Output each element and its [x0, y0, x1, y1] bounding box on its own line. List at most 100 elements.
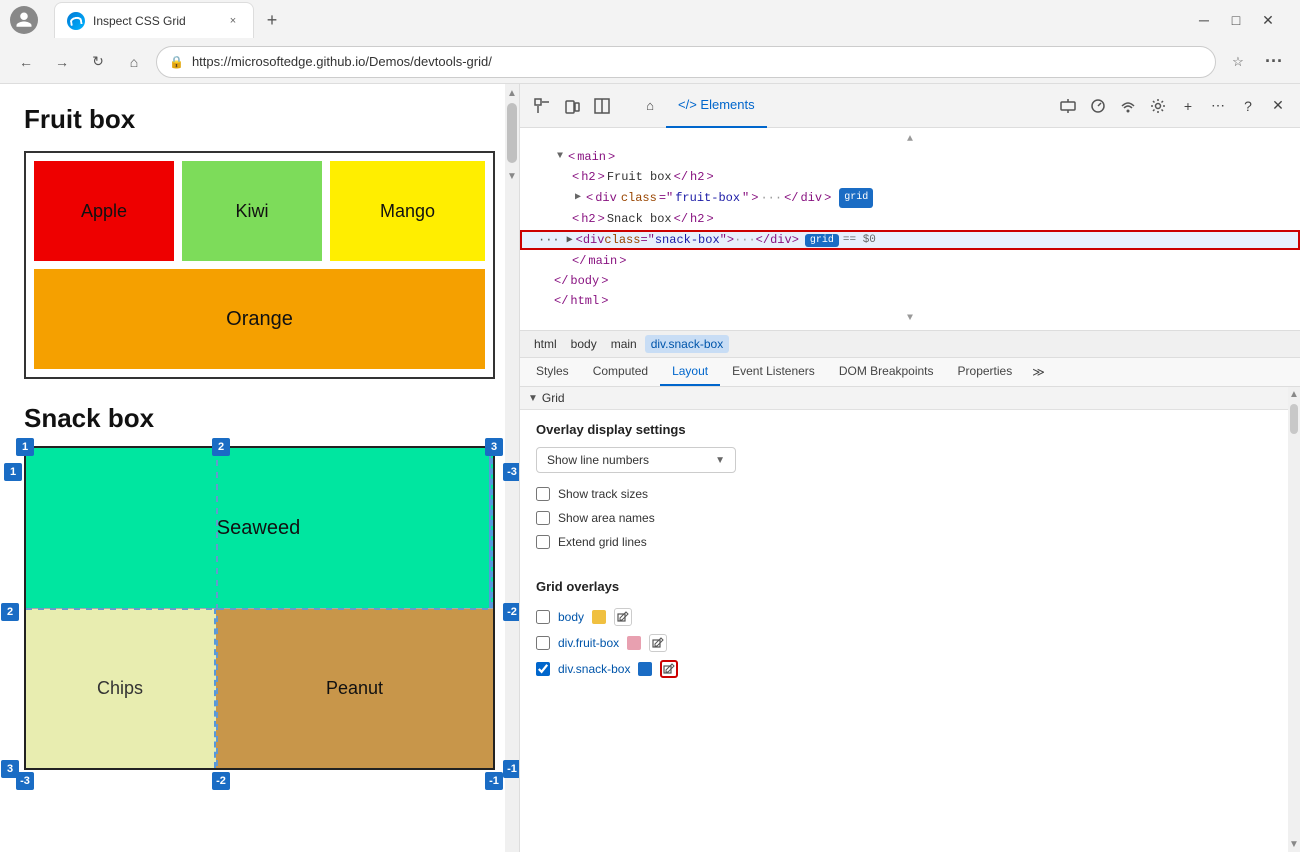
elements-tab[interactable]: </> Elements	[666, 84, 767, 128]
overlay-snack-box-icon[interactable]	[660, 660, 678, 678]
tab-close-button[interactable]: ×	[225, 13, 241, 29]
grid-label-left-1: 1	[4, 463, 22, 481]
snack-box-wrapper: 1 2 3 1 2 3 -3 -2 -1 -3 -2 -1	[24, 446, 495, 770]
breadcrumb-html[interactable]: html	[528, 335, 563, 353]
fruit-apple: Apple	[34, 161, 174, 261]
grid-overlay-v-line	[216, 448, 218, 768]
tree-line-fruit-box[interactable]: ▶ <div class="fruit-box" > ··· </div> gr…	[520, 187, 1300, 209]
tree-toggle-snack[interactable]: ▶	[564, 234, 576, 246]
breadcrumb-body[interactable]: body	[565, 335, 603, 353]
new-tab-button[interactable]: +	[258, 6, 286, 34]
grid-label-top-mid: 2	[212, 438, 230, 456]
html-tree: ▲ ▼ <main> <h2> Fruit box </h2> ▶ <div c	[520, 128, 1300, 331]
more-menu-button[interactable]: ···	[1260, 48, 1288, 76]
tree-line-snack-box[interactable]: ··· ▶ <div class="snack-box" > ··· </div…	[520, 230, 1300, 250]
back-button[interactable]: ←	[12, 48, 40, 76]
close-browser-button[interactable]: ✕	[1254, 6, 1282, 34]
show-area-names-row[interactable]: Show area names	[536, 511, 1284, 525]
overlay-fruit-box-color	[627, 636, 641, 650]
refresh-button[interactable]: ↻	[84, 48, 112, 76]
toggle-panel-button[interactable]	[588, 92, 616, 120]
overlay-fruit-box-name: div.fruit-box	[558, 636, 619, 650]
panel-scrollbar[interactable]: ▲ ▼	[1288, 387, 1300, 852]
tree-line-close-html[interactable]: </html>	[520, 291, 1300, 311]
devtools-panel: ⌂ </> Elements	[520, 84, 1300, 852]
overlay-snack-box-checkbox[interactable]	[536, 662, 550, 676]
address-bar[interactable]: 🔒	[156, 46, 1216, 78]
tree-line-dots[interactable]: ···	[538, 233, 560, 247]
overlay-fruit-box-icon[interactable]	[649, 634, 667, 652]
favorites-button[interactable]: ☆	[1224, 48, 1252, 76]
tab-layout[interactable]: Layout	[660, 358, 720, 386]
fruit-mango: Mango	[330, 161, 485, 261]
overlay-fruit-box-checkbox[interactable]	[536, 636, 550, 650]
performance-button[interactable]	[1084, 92, 1112, 120]
extend-grid-lines-checkbox[interactable]	[536, 535, 550, 549]
fruit-box: Apple Kiwi Mango Orange	[24, 151, 495, 379]
tree-toggle-fruit[interactable]: ▶	[572, 189, 584, 207]
maximize-button[interactable]: □	[1222, 6, 1250, 34]
overlay-settings-label: Overlay display settings	[536, 422, 1284, 437]
home-devtools-button[interactable]: ⌂	[636, 92, 664, 120]
network-button[interactable]	[1054, 92, 1082, 120]
help-button[interactable]: ?	[1234, 92, 1262, 120]
tree-line-close-body[interactable]: </body>	[520, 271, 1300, 291]
tab-properties[interactable]: Properties	[946, 358, 1025, 386]
forward-button[interactable]: →	[48, 48, 76, 76]
show-track-sizes-label: Show track sizes	[558, 487, 648, 501]
url-input[interactable]	[192, 54, 1203, 69]
extend-grid-lines-label: Extend grid lines	[558, 535, 647, 549]
settings-devtools-button[interactable]	[1144, 92, 1172, 120]
browser-tab-active[interactable]: Inspect CSS Grid ×	[54, 2, 254, 38]
scrollbar-up-arrow[interactable]: ▲	[1288, 387, 1300, 400]
scrollbar-thumb[interactable]	[1290, 404, 1298, 434]
tab-bar: Inspect CSS Grid × +	[46, 2, 294, 38]
device-emulation-button[interactable]	[558, 92, 586, 120]
nav-bar: ← → ↻ ⌂ 🔒 ☆ ···	[0, 40, 1300, 84]
minimize-button[interactable]: ─	[1190, 6, 1218, 34]
fruit-box-title: Fruit box	[24, 104, 495, 135]
tab-event-listeners[interactable]: Event Listeners	[720, 358, 827, 386]
snack-grid: Seaweed Chips Peanut	[26, 448, 493, 768]
tab-dom-breakpoints[interactable]: DOM Breakpoints	[827, 358, 946, 386]
show-track-sizes-checkbox[interactable]	[536, 487, 550, 501]
more-devtools-button[interactable]: ⋯	[1204, 92, 1232, 120]
overlay-body-icon[interactable]	[614, 608, 632, 626]
show-line-numbers-dropdown[interactable]: Show line numbers ▼	[536, 447, 736, 473]
edge-browser-icon	[67, 12, 85, 30]
tree-toggle-main[interactable]: ▼	[554, 148, 566, 166]
grid-label-top-left: 1	[16, 438, 34, 456]
grid-label-right-neg2: -2	[503, 603, 520, 621]
inspect-element-button[interactable]	[528, 92, 556, 120]
tree-line-h2-fruit[interactable]: <h2> Fruit box </h2>	[520, 167, 1300, 187]
show-track-sizes-row[interactable]: Show track sizes	[536, 487, 1284, 501]
add-tool-button[interactable]: +	[1174, 92, 1202, 120]
tab-computed[interactable]: Computed	[581, 358, 660, 386]
grid-section-header[interactable]: ▼ Grid	[520, 387, 1300, 410]
grid-section-label: Grid	[542, 391, 565, 405]
overlay-settings-group: Overlay display settings Show line numbe…	[520, 410, 1300, 571]
show-area-names-checkbox[interactable]	[536, 511, 550, 525]
grid-label-bottom-neg3: -3	[16, 772, 34, 790]
close-devtools-button[interactable]: ✕	[1264, 92, 1292, 120]
wifi-button[interactable]	[1114, 92, 1142, 120]
overlay-body-checkbox[interactable]	[536, 610, 550, 624]
tab-styles[interactable]: Styles	[524, 358, 581, 386]
browser-window: Inspect CSS Grid × + ─ □ ✕ ← → ↻ ⌂ 🔒 ☆ ·…	[0, 0, 1300, 852]
snack-seaweed: Seaweed	[26, 448, 493, 608]
breadcrumb: html body main div.snack-box	[520, 331, 1300, 358]
scrollbar-down-arrow[interactable]: ▼	[1288, 839, 1300, 850]
tree-line-close-main[interactable]: </main>	[520, 251, 1300, 271]
tree-line-main[interactable]: ▼ <main>	[520, 147, 1300, 167]
grid-overlay-h-line	[26, 608, 493, 610]
overlay-row-body: body	[520, 604, 1300, 630]
grid-label-bottom-neg2: -2	[212, 772, 230, 790]
web-content-inner: Fruit box Apple Kiwi Mango	[24, 104, 495, 770]
breadcrumb-main[interactable]: main	[605, 335, 643, 353]
extend-grid-lines-row[interactable]: Extend grid lines	[536, 535, 1284, 549]
tree-line-h2-snack[interactable]: <h2> Snack box </h2>	[520, 209, 1300, 229]
more-tabs-button[interactable]: ≫	[1024, 359, 1053, 385]
breadcrumb-snack-box[interactable]: div.snack-box	[645, 335, 729, 353]
panel-content: ▼ Grid Overlay display settings Show lin…	[520, 387, 1300, 852]
home-button[interactable]: ⌂	[120, 48, 148, 76]
